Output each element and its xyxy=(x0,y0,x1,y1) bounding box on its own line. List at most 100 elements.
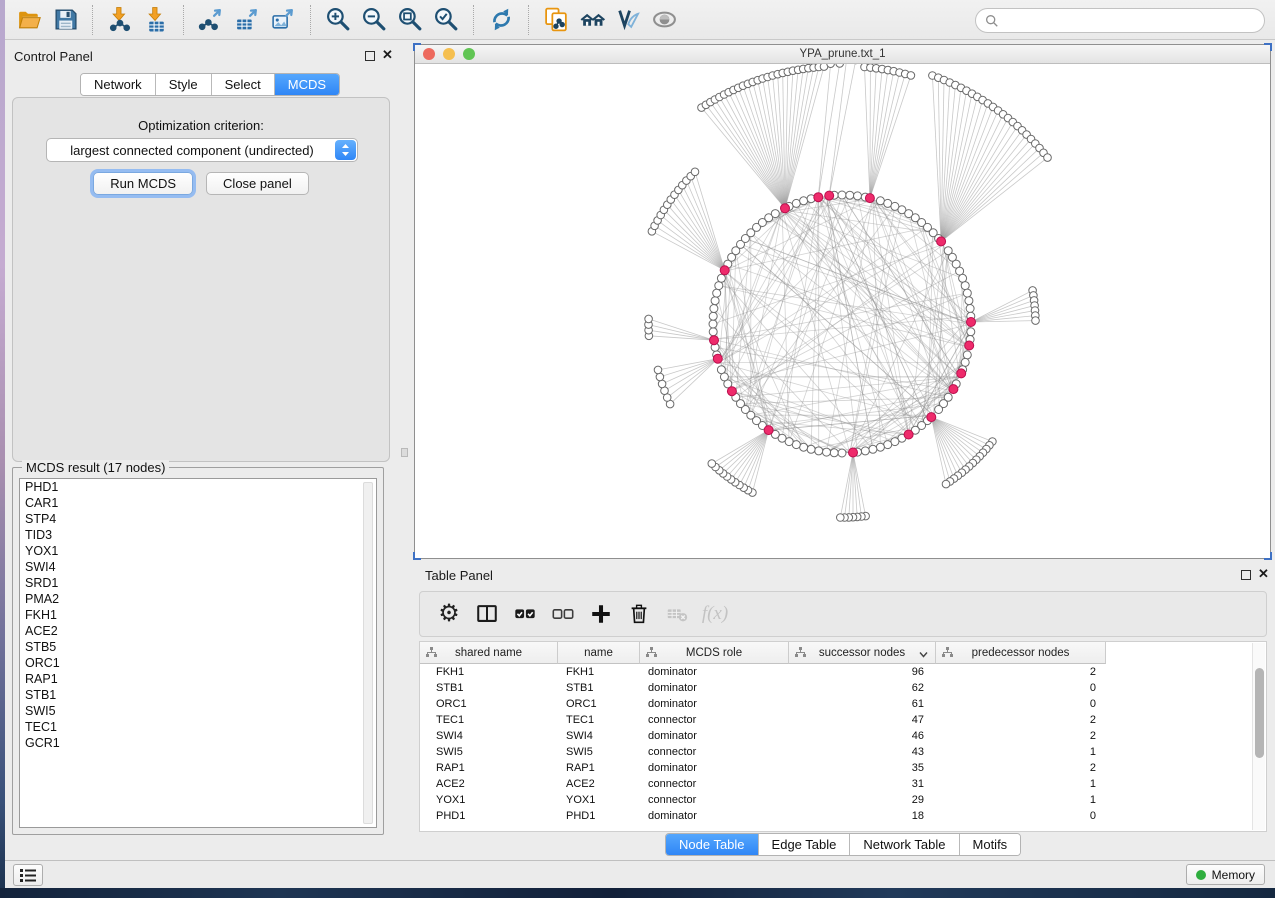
tab-motifs[interactable]: Motifs xyxy=(960,834,1021,855)
tab-select[interactable]: Select xyxy=(212,74,275,95)
close-panel-icon[interactable]: ✕ xyxy=(382,48,393,62)
mcds-result-item[interactable]: STB5 xyxy=(20,639,376,655)
save-session-icon xyxy=(52,6,79,33)
attribute-settings-button[interactable]: ⚙ xyxy=(432,597,466,631)
table-row[interactable]: YOX1YOX1connector291 xyxy=(420,792,1106,808)
select-all-rows-button[interactable] xyxy=(508,597,542,631)
table-panel-tabs: Node TableEdge TableNetwork TableMotifs xyxy=(665,833,1021,856)
column-header-successor-nodes[interactable]: successor nodes xyxy=(789,642,936,664)
search-box[interactable] xyxy=(975,8,1265,33)
birds-eye-button[interactable] xyxy=(646,3,682,37)
split-panel-button[interactable] xyxy=(470,597,504,631)
mcds-node xyxy=(967,318,976,327)
table-cell: 2 xyxy=(936,730,1106,742)
table-row[interactable]: ORC1ORC1dominator610 xyxy=(420,696,1106,712)
close-table-panel-icon[interactable]: ✕ xyxy=(1258,567,1269,581)
table-row[interactable]: ACE2ACE2connector311 xyxy=(420,776,1106,792)
column-label: name xyxy=(584,647,613,659)
table-scrollbar-thumb[interactable] xyxy=(1255,668,1264,758)
mcds-result-item[interactable]: SRD1 xyxy=(20,575,376,591)
optimization-criterion-select[interactable]: largest connected component (undirected) xyxy=(46,138,358,162)
mcds-result-list[interactable]: PHD1CAR1STP4TID3YOX1SWI4SRD1PMA2FKH1ACE2… xyxy=(19,478,377,828)
panel-menu-button[interactable] xyxy=(13,864,43,886)
network-frame-titlebar[interactable]: YPA_prune.txt_1 xyxy=(415,45,1270,64)
function-builder-icon: f(x) xyxy=(702,603,728,625)
session-home-button[interactable] xyxy=(574,3,610,37)
table-row[interactable]: STB1STB1dominator620 xyxy=(420,680,1106,696)
hierarchy-icon xyxy=(426,647,437,661)
mcds-result-item[interactable]: ORC1 xyxy=(20,655,376,671)
tab-edge-table[interactable]: Edge Table xyxy=(759,834,851,855)
zoom-selected-button[interactable] xyxy=(428,3,464,37)
mcds-result-item[interactable]: ACE2 xyxy=(20,623,376,639)
search-input[interactable] xyxy=(1003,11,1264,31)
tab-network-table[interactable]: Network Table xyxy=(850,834,959,855)
mcds-result-item[interactable]: FKH1 xyxy=(20,607,376,623)
table-cell: 2 xyxy=(936,714,1106,726)
table-row[interactable]: SWI5SWI5connector431 xyxy=(420,744,1106,760)
tab-mcds[interactable]: MCDS xyxy=(275,74,339,95)
table-scrollbar-track[interactable] xyxy=(1252,643,1265,830)
network-canvas[interactable] xyxy=(415,64,1270,558)
mcds-result-item[interactable]: CAR1 xyxy=(20,495,376,511)
mcds-result-item[interactable]: PHD1 xyxy=(20,479,376,495)
mcds-node xyxy=(764,426,773,435)
splitter-handle[interactable] xyxy=(401,448,408,457)
table-cell: TEC1 xyxy=(558,714,640,726)
table-row[interactable]: RAP1RAP1dominator352 xyxy=(420,760,1106,776)
zoom-out-button[interactable] xyxy=(356,3,392,37)
mcds-result-item[interactable]: STP4 xyxy=(20,511,376,527)
delete-columns-button[interactable] xyxy=(622,597,656,631)
mcds-result-item[interactable]: SWI5 xyxy=(20,703,376,719)
table-row[interactable]: PHD1PHD1dominator180 xyxy=(420,808,1106,824)
mcds-result-item[interactable]: TEC1 xyxy=(20,719,376,735)
import-network-button[interactable] xyxy=(102,3,138,37)
mcds-result-item[interactable]: RAP1 xyxy=(20,671,376,687)
mcds-result-item[interactable]: STB1 xyxy=(20,687,376,703)
mcds-result-item[interactable]: TID3 xyxy=(20,527,376,543)
new-network-from-selection-button[interactable] xyxy=(538,3,574,37)
table-cell: 1 xyxy=(936,794,1106,806)
mcds-result-item[interactable]: YOX1 xyxy=(20,543,376,559)
float-panel-icon[interactable] xyxy=(365,51,375,61)
zoom-fit-button[interactable] xyxy=(392,3,428,37)
tab-network[interactable]: Network xyxy=(81,74,156,95)
add-column-button[interactable] xyxy=(584,597,618,631)
zoom-in-button[interactable] xyxy=(320,3,356,37)
float-table-panel-icon[interactable] xyxy=(1241,570,1251,580)
tab-node-table[interactable]: Node Table xyxy=(666,834,759,855)
import-table-button[interactable] xyxy=(138,3,174,37)
export-table-button[interactable] xyxy=(229,3,265,37)
close-panel-button[interactable]: Close panel xyxy=(206,172,309,195)
result-scrollbar-track[interactable] xyxy=(363,482,373,824)
refresh-view-button[interactable] xyxy=(483,3,519,37)
mcds-result-item[interactable]: GCR1 xyxy=(20,735,376,751)
chevron-updown-icon xyxy=(335,140,356,160)
vertical-splitter[interactable] xyxy=(400,40,409,860)
table-cell: FKH1 xyxy=(558,666,640,678)
table-cell: connector xyxy=(640,746,789,758)
export-image-button[interactable] xyxy=(265,3,301,37)
graphics-details-button[interactable] xyxy=(610,3,646,37)
table-row[interactable]: SWI4SWI4dominator462 xyxy=(420,728,1106,744)
deselect-all-rows-button[interactable] xyxy=(546,597,580,631)
status-bar: Memory xyxy=(5,860,1275,888)
open-session-icon xyxy=(16,6,43,33)
memory-button[interactable]: Memory xyxy=(1186,864,1265,885)
mcds-result-item[interactable]: SWI4 xyxy=(20,559,376,575)
mcds-panel: Optimization criterion: largest connecte… xyxy=(12,97,390,462)
column-header-name[interactable]: name xyxy=(558,642,640,664)
export-network-button[interactable] xyxy=(193,3,229,37)
column-header-MCDS-role[interactable]: MCDS role xyxy=(640,642,789,664)
node-table[interactable]: shared name name MCDS rolesuccessor nodesp… xyxy=(419,641,1267,832)
run-mcds-button[interactable]: Run MCDS xyxy=(93,172,193,195)
save-session-button[interactable] xyxy=(47,3,83,37)
column-header-shared-name[interactable]: shared name xyxy=(420,642,558,664)
column-header-predecessor-nodes[interactable]: predecessor nodes xyxy=(936,642,1106,664)
tab-style[interactable]: Style xyxy=(156,74,212,95)
table-row[interactable]: FKH1FKH1dominator962 xyxy=(420,664,1106,680)
table-row[interactable]: TEC1TEC1connector472 xyxy=(420,712,1106,728)
open-session-button[interactable] xyxy=(11,3,47,37)
mcds-result-item[interactable]: PMA2 xyxy=(20,591,376,607)
table-cell: 1 xyxy=(936,746,1106,758)
